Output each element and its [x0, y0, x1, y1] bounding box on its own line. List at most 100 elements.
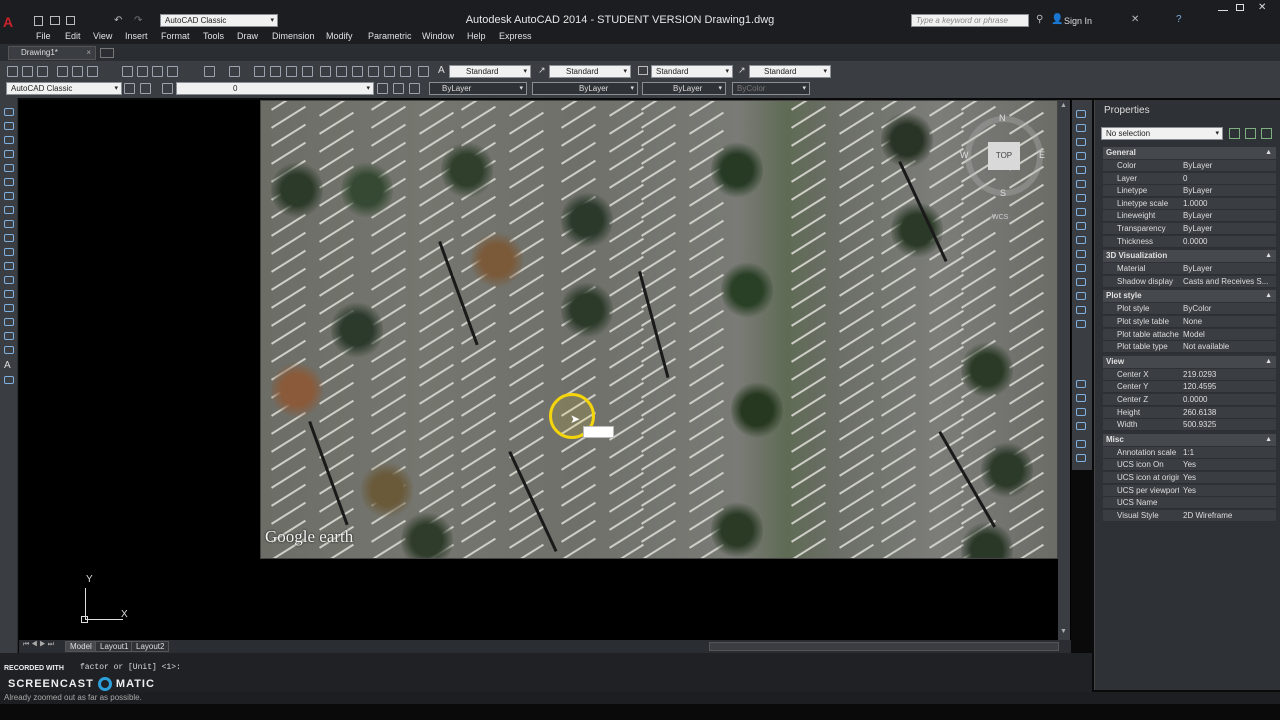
ellipse-arc-icon[interactable]	[4, 248, 14, 256]
property-value[interactable]: ByLayer	[1183, 223, 1273, 235]
section-3d-visualization[interactable]: 3D Visualization ▲	[1103, 250, 1276, 263]
make-current-icon[interactable]	[377, 83, 388, 94]
chamfer-icon[interactable]	[1076, 292, 1086, 300]
property-value[interactable]: 2D Wireframe	[1183, 510, 1273, 522]
select-objects-icon[interactable]	[1245, 128, 1256, 139]
property-row[interactable]: Width 500.9325	[1103, 419, 1276, 432]
menu-tools[interactable]: Tools	[203, 31, 224, 41]
save-icon[interactable]	[37, 66, 48, 77]
menu-view[interactable]: View	[93, 31, 112, 41]
matchprop-icon[interactable]	[167, 66, 178, 77]
collapse-icon[interactable]: ▲	[1265, 356, 1272, 368]
point-icon[interactable]	[4, 290, 14, 298]
open-icon[interactable]	[22, 66, 33, 77]
property-row[interactable]: UCS icon at origin Yes	[1103, 472, 1276, 484]
arc-icon[interactable]	[4, 178, 14, 186]
explode-icon[interactable]	[1076, 320, 1086, 328]
gear-icon[interactable]	[124, 83, 135, 94]
property-row[interactable]: Visual Style 2D Wireframe	[1103, 509, 1276, 522]
property-value[interactable]: Yes	[1183, 459, 1273, 471]
linetype-combo[interactable]: ByLayer ▾	[532, 82, 638, 95]
join-icon[interactable]	[1076, 278, 1086, 286]
property-value[interactable]: 219.0293	[1183, 369, 1273, 381]
region-icon[interactable]	[4, 332, 14, 340]
scroll-up-icon[interactable]: ▲	[1060, 102, 1067, 109]
cut-icon[interactable]	[122, 66, 133, 77]
calculator-icon[interactable]	[400, 66, 411, 77]
tool-palettes-icon[interactable]	[352, 66, 363, 77]
selection-combo[interactable]: No selection ▾	[1101, 127, 1223, 140]
property-value[interactable]: Yes	[1183, 485, 1273, 497]
zoom-realtime-icon[interactable]	[270, 66, 281, 77]
redo-icon[interactable]	[229, 66, 240, 77]
property-value[interactable]: ByLayer	[1183, 263, 1273, 275]
toggle-pickadd-icon[interactable]	[1229, 128, 1240, 139]
tab-nav-first-icon[interactable]: ⏮ ◀ ▶ ⏭	[23, 641, 54, 649]
property-row[interactable]: Material ByLayer	[1103, 263, 1276, 276]
wcs-menu[interactable]: WCS	[990, 214, 1011, 221]
command-line[interactable]: factor or [Unit] <1>: RECORDED WITH SCRE…	[0, 653, 1092, 697]
zoom-previous-icon[interactable]	[302, 66, 313, 77]
draworder-front-icon[interactable]	[1076, 408, 1086, 416]
viewcube-east[interactable]: E	[1039, 150, 1045, 160]
design-center-icon[interactable]	[336, 66, 347, 77]
collapse-icon[interactable]: ▲	[1265, 434, 1272, 446]
help-icon[interactable]: ?	[1176, 14, 1182, 25]
property-value[interactable]: Model	[1183, 329, 1273, 341]
property-value[interactable]: ByLayer	[1183, 185, 1273, 197]
menu-help[interactable]: Help	[467, 31, 486, 41]
copy-icon[interactable]	[137, 66, 148, 77]
table-icon[interactable]	[4, 346, 14, 354]
menu-express[interactable]: Express	[499, 31, 532, 41]
property-value[interactable]: 120.4595	[1183, 381, 1273, 393]
text-front-icon[interactable]	[1076, 422, 1086, 430]
quick-access-open-icon[interactable]	[50, 16, 60, 25]
plot-icon[interactable]	[57, 66, 68, 77]
dynamic-input-box[interactable]	[583, 426, 614, 438]
property-row[interactable]: Lineweight ByLayer	[1103, 210, 1276, 223]
tab-drawing1[interactable]: Drawing1* ×	[8, 46, 96, 60]
property-row[interactable]: Plot style ByColor	[1103, 303, 1276, 316]
property-value[interactable]: None	[1183, 316, 1273, 328]
ellipse-icon[interactable]	[4, 234, 14, 242]
pan-icon[interactable]	[254, 66, 265, 77]
hatch-icon[interactable]	[4, 304, 14, 312]
text-style-combo[interactable]: Standard ▾	[449, 65, 531, 78]
quick-access-save-icon[interactable]	[66, 16, 75, 25]
color-combo[interactable]: ByLayer ▾	[429, 82, 527, 95]
construction-line-icon[interactable]	[4, 122, 14, 130]
property-row[interactable]: UCS Name	[1103, 497, 1276, 510]
erase-icon[interactable]	[1076, 110, 1086, 118]
publish-icon[interactable]	[87, 66, 98, 77]
collapse-icon[interactable]: ▲	[1265, 250, 1272, 262]
paste-icon[interactable]	[152, 66, 163, 77]
make-block-icon[interactable]	[4, 276, 14, 284]
property-value[interactable]: 0.0000	[1183, 236, 1273, 248]
property-value[interactable]: ByLayer	[1183, 210, 1273, 222]
property-value[interactable]: ByLayer	[1183, 160, 1273, 172]
property-row[interactable]: Annotation scale 1:1	[1103, 446, 1276, 459]
new-icon[interactable]	[7, 66, 18, 77]
property-value[interactable]: 0.0000	[1183, 394, 1273, 406]
extend-icon[interactable]	[1076, 250, 1086, 258]
copy-object-icon[interactable]	[1076, 124, 1086, 132]
array-icon[interactable]	[1076, 166, 1086, 174]
mleader-style-combo[interactable]: Standard ▾	[749, 65, 831, 78]
new-tab-button[interactable]	[100, 48, 114, 58]
tab-model[interactable]: Model	[65, 641, 97, 652]
insert-block-icon[interactable]	[4, 262, 14, 270]
maximize-button[interactable]	[1236, 4, 1244, 11]
property-row[interactable]: Plot table attache... Model	[1103, 328, 1276, 341]
draworder-icon[interactable]	[1076, 380, 1086, 388]
viewcube-top-face[interactable]: TOP	[988, 142, 1020, 170]
property-value[interactable]: 260.6138	[1183, 407, 1273, 419]
property-row[interactable]: Linetype ByLayer	[1103, 185, 1276, 198]
property-row[interactable]: Shadow display Casts and Receives S...	[1103, 275, 1276, 288]
menu-file[interactable]: File	[36, 31, 51, 41]
property-value[interactable]: Yes	[1183, 472, 1273, 484]
rotate-icon[interactable]	[1076, 194, 1086, 202]
mtext-icon[interactable]: A	[4, 360, 11, 371]
dim-style-combo[interactable]: Standard ▾	[549, 65, 631, 78]
property-row[interactable]: Thickness 0.0000	[1103, 235, 1276, 248]
dim-front-icon[interactable]	[1076, 454, 1086, 462]
